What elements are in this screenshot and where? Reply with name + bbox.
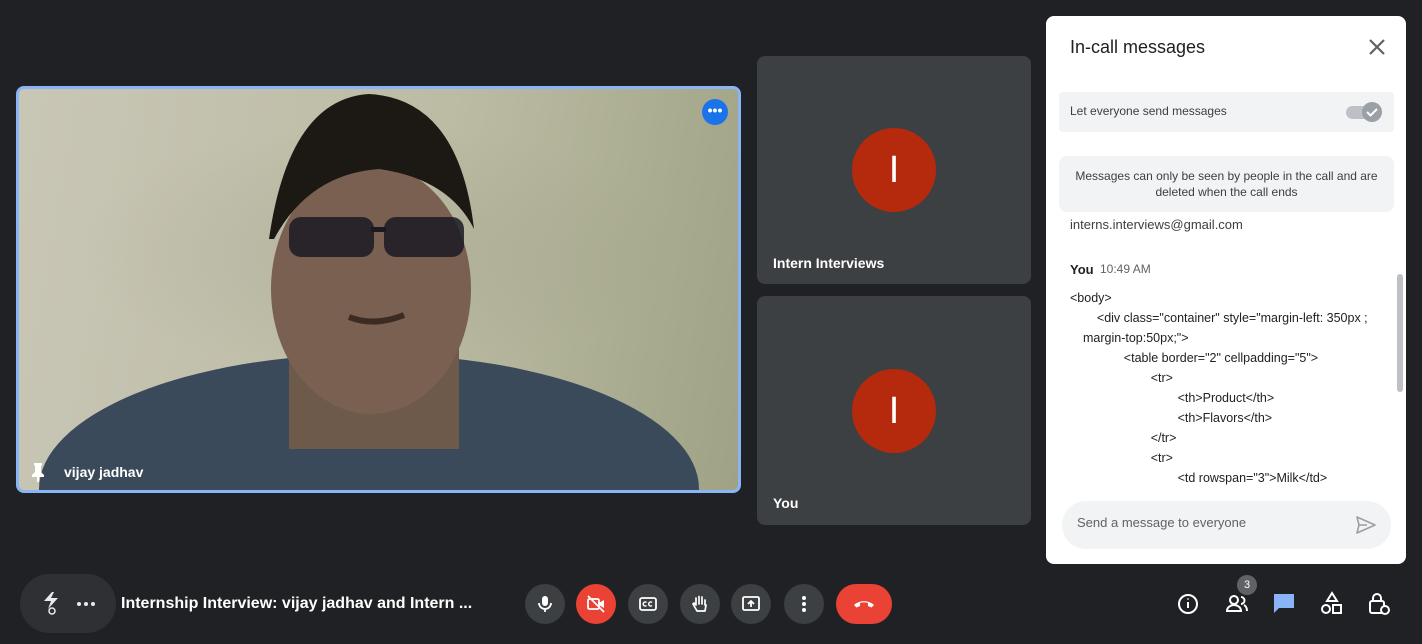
message-time: 10:49 AM xyxy=(1100,262,1151,276)
participant-video xyxy=(39,94,699,490)
raise-hand-icon xyxy=(692,595,707,612)
check-icon xyxy=(1366,108,1378,117)
message-partial-text: interns.interviews@gmail.com xyxy=(1070,217,1243,232)
participant-tile-main[interactable]: ••• vijay jadhav xyxy=(16,86,741,493)
present-screen-button[interactable] xyxy=(731,584,771,624)
chat-icon[interactable] xyxy=(1271,590,1299,618)
avatar: I xyxy=(852,369,936,453)
message-line: <td rowspan="3">Milk</td> xyxy=(1122,471,1328,485)
captions-icon xyxy=(639,597,657,611)
send-message-box xyxy=(1062,501,1391,549)
participant-tile-intern-interviews[interactable]: I Intern Interviews xyxy=(757,56,1031,284)
pin-icon[interactable] xyxy=(29,462,47,482)
message-sender: You xyxy=(1070,262,1094,277)
raise-hand-button[interactable] xyxy=(680,584,720,624)
chat-panel: In-call messages Let everyone send messa… xyxy=(1046,16,1406,564)
permission-label: Let everyone send messages xyxy=(1070,104,1227,118)
tile-options-button[interactable]: ••• xyxy=(702,99,728,125)
participant-name: vijay jadhav xyxy=(64,464,144,480)
chat-notice: Messages can only be seen by people in t… xyxy=(1059,156,1394,212)
present-screen-icon xyxy=(742,596,760,611)
more-vert-icon xyxy=(802,596,806,612)
message-line: <th>Product</th> xyxy=(1122,391,1275,405)
more-dots-icon[interactable] xyxy=(76,601,96,607)
camera-off-button[interactable] xyxy=(576,584,616,624)
captions-button[interactable] xyxy=(628,584,668,624)
people-icon[interactable] xyxy=(1224,590,1252,618)
chat-title: In-call messages xyxy=(1070,37,1206,57)
participant-name: Intern Interviews xyxy=(773,255,885,271)
close-icon[interactable] xyxy=(1368,38,1386,56)
meeting-title: Internship Interview: vijay jadhav and I… xyxy=(121,595,473,612)
microphone-icon xyxy=(538,596,552,612)
host-controls-icon[interactable] xyxy=(1366,590,1394,618)
microphone-button[interactable] xyxy=(525,584,565,624)
message-input[interactable] xyxy=(1077,515,1337,530)
send-icon[interactable] xyxy=(1355,515,1377,535)
message-line: <body> xyxy=(1070,291,1112,305)
message-line: <tr> xyxy=(1109,371,1173,385)
chat-scrollbar[interactable] xyxy=(1397,274,1403,392)
participant-name: You xyxy=(773,495,799,511)
hang-up-icon xyxy=(854,601,874,608)
camera-off-icon xyxy=(587,595,605,613)
meeting-info-icon[interactable] xyxy=(1176,590,1204,618)
companion-pill[interactable] xyxy=(20,574,116,633)
message-line: </tr> xyxy=(1109,431,1177,445)
participant-tile-you[interactable]: I You xyxy=(757,296,1031,525)
brand-logo-icon xyxy=(44,592,58,615)
leave-call-button[interactable] xyxy=(836,584,892,624)
message-list[interactable]: interns.interviews@gmail.com You 10:49 A… xyxy=(1070,212,1380,490)
message-line: <th>Flavors</th> xyxy=(1122,411,1273,425)
activities-icon[interactable] xyxy=(1318,590,1346,618)
message-line: <div class="container" style="margin-lef… xyxy=(1083,311,1372,345)
permission-row: Let everyone send messages xyxy=(1059,92,1394,132)
toggle-knob xyxy=(1362,102,1382,122)
message-line: <table border="2" cellpadding="5"> xyxy=(1096,351,1319,365)
avatar: I xyxy=(852,128,936,212)
message-line: <tr> xyxy=(1109,451,1173,465)
message-body: <body> <div class="container" style="mar… xyxy=(1070,288,1375,488)
send-messages-toggle[interactable] xyxy=(1346,102,1382,122)
more-options-button[interactable] xyxy=(784,584,824,624)
